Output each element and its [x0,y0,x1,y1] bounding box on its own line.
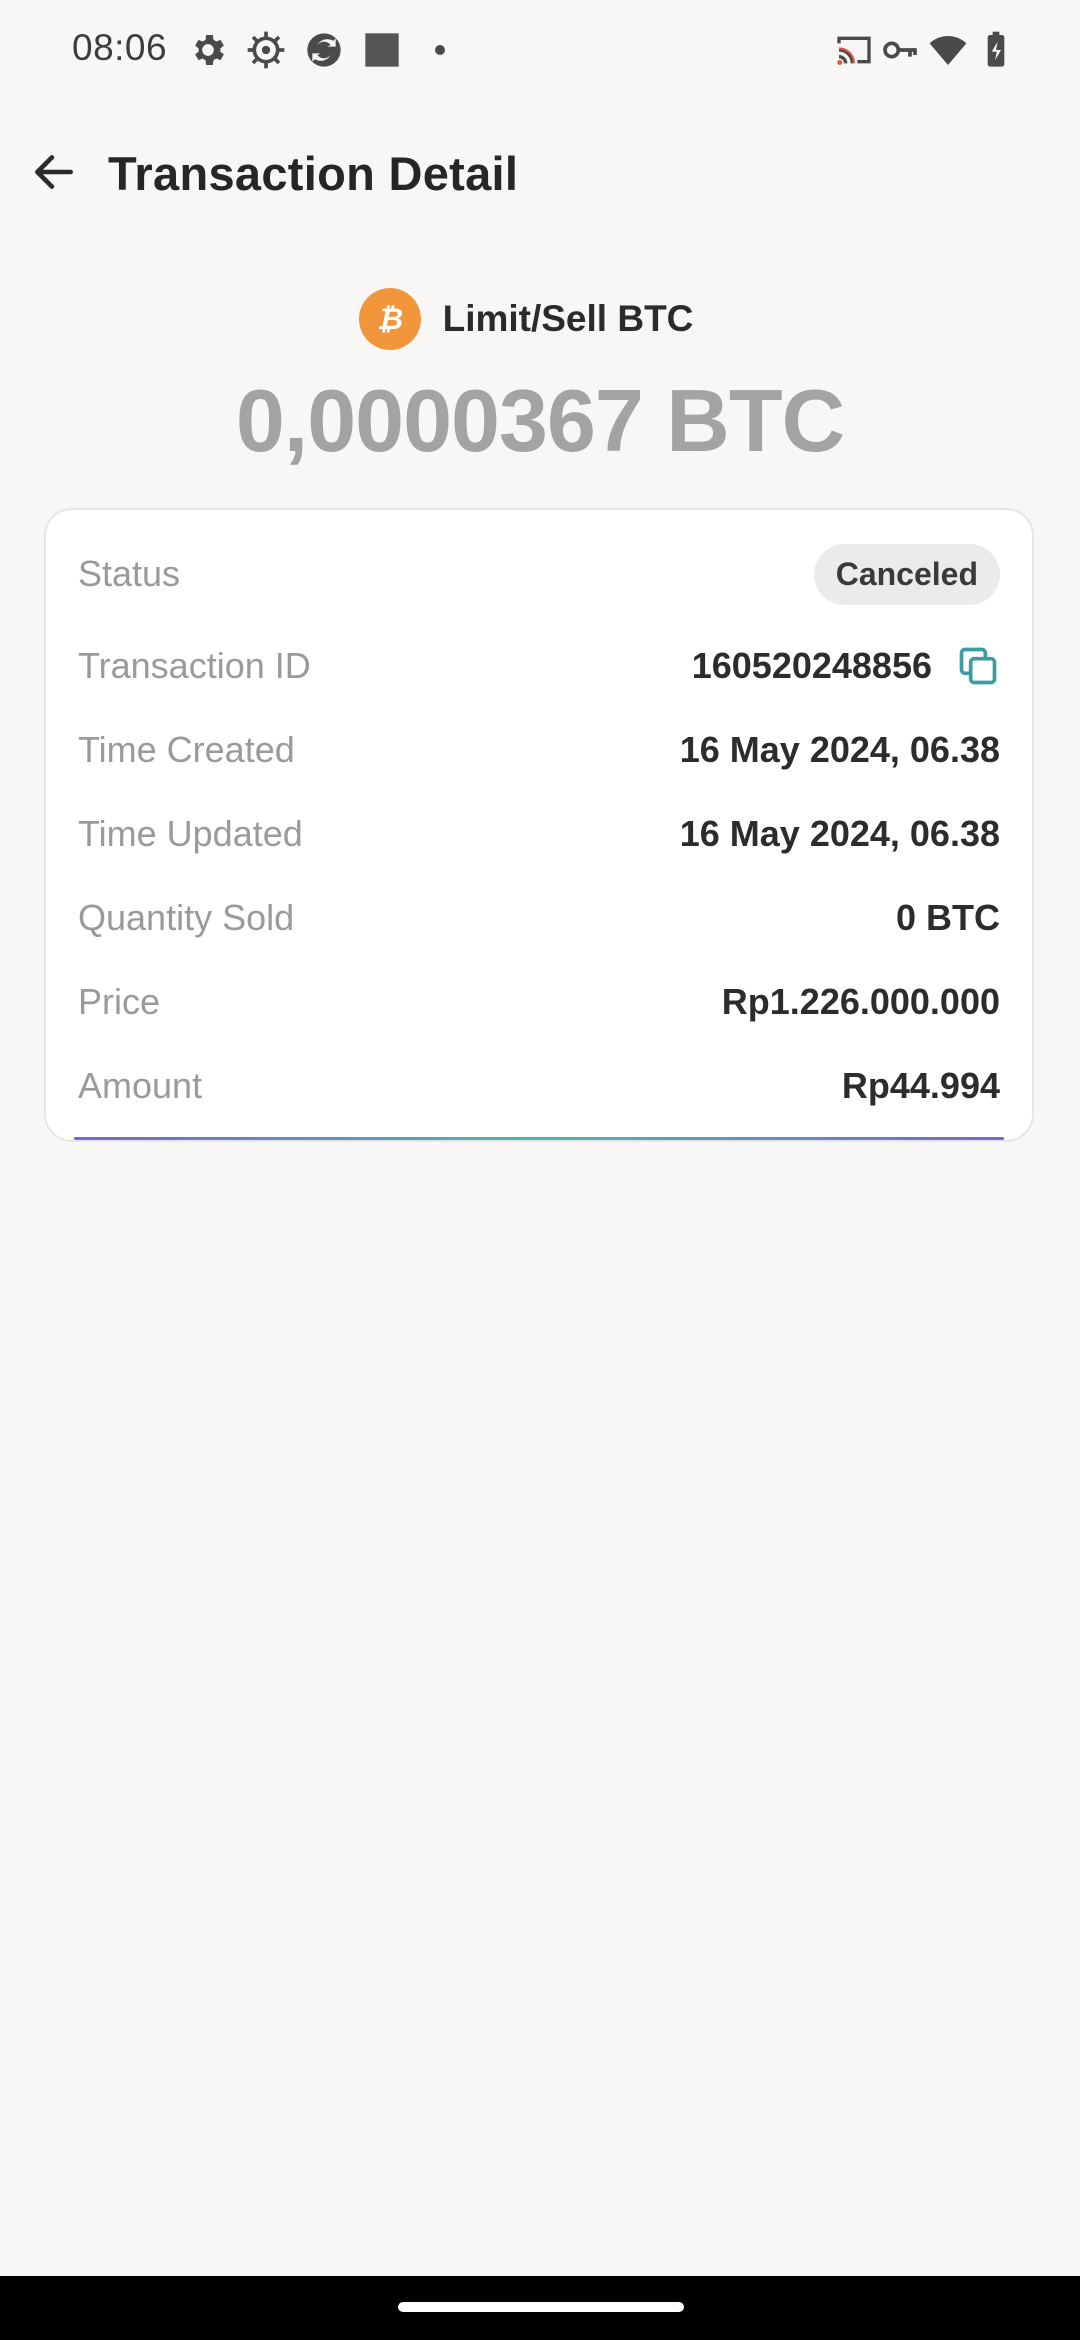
quantity-sold-value: 0 BTC [895,897,1000,938]
price-label: Price [78,981,161,1022]
transaction-type-row: ₿ Limit/Sell BTC [0,287,1080,351]
time-created-value: 16 May 2024, 06.38 [679,729,1000,770]
settings-icon [195,35,224,65]
app-bar: Transaction Detail [0,120,1080,230]
system-nav-bar [0,2276,1080,2340]
detail-row-quantity-sold: Quantity Sold 0 BTC [78,888,1000,948]
square-app-icon [365,33,399,67]
time-created-label: Time Created [78,729,295,770]
detail-row-status: Status Canceled [78,543,1000,605]
amount-label: Amount [78,1065,203,1106]
copy-icon[interactable] [956,644,1000,688]
transaction-details-card: Status Canceled Transaction ID 160520248… [44,508,1034,1142]
order-amount: 0,0000367 BTC [235,371,845,470]
detail-row-time-updated: Time Updated 16 May 2024, 06.38 [78,804,1000,864]
transaction-id-value: 160520248856 [691,645,932,686]
back-button[interactable] [22,140,86,204]
status-label: Status [78,553,181,594]
amount-value: Rp44.994 [841,1065,1000,1106]
vpn-key-icon [883,41,917,59]
detail-row-transaction-id: Transaction ID 160520248856 [78,636,1000,696]
page-title: Transaction Detail [108,147,519,200]
battery-icon [987,31,1005,67]
time-updated-value: 16 May 2024, 06.38 [679,813,1000,854]
time-updated-label: Time Updated [78,813,303,854]
status-bar: 08:06 [0,0,1080,100]
dot-icon [435,45,445,55]
status-time: 08:06 [72,27,168,68]
quantity-sold-label: Quantity Sold [78,897,295,938]
sync-app-icon [307,33,341,67]
status-badge: Canceled [813,543,1000,605]
price-value: Rp1.226.000.000 [721,981,1000,1022]
bitcoin-icon: ₿ [358,288,421,350]
cast-icon [837,36,871,65]
transaction-id-label: Transaction ID [78,645,311,686]
transaction-id-value-group: 160520248856 [692,644,1000,688]
svg-text:₿: ₿ [376,302,402,337]
detail-row-price: Price Rp1.226.000.000 [78,972,1000,1032]
detail-row-amount: Amount Rp44.994 [78,1056,1000,1116]
transaction-type-label: Limit/Sell BTC [442,298,694,339]
card-accent-line [74,1137,1004,1140]
arrow-left-icon [35,155,73,189]
cog-icon [247,31,285,69]
home-gesture-handle[interactable] [398,2302,684,2312]
wifi-icon [929,36,967,65]
detail-row-time-created: Time Created 16 May 2024, 06.38 [78,720,1000,780]
